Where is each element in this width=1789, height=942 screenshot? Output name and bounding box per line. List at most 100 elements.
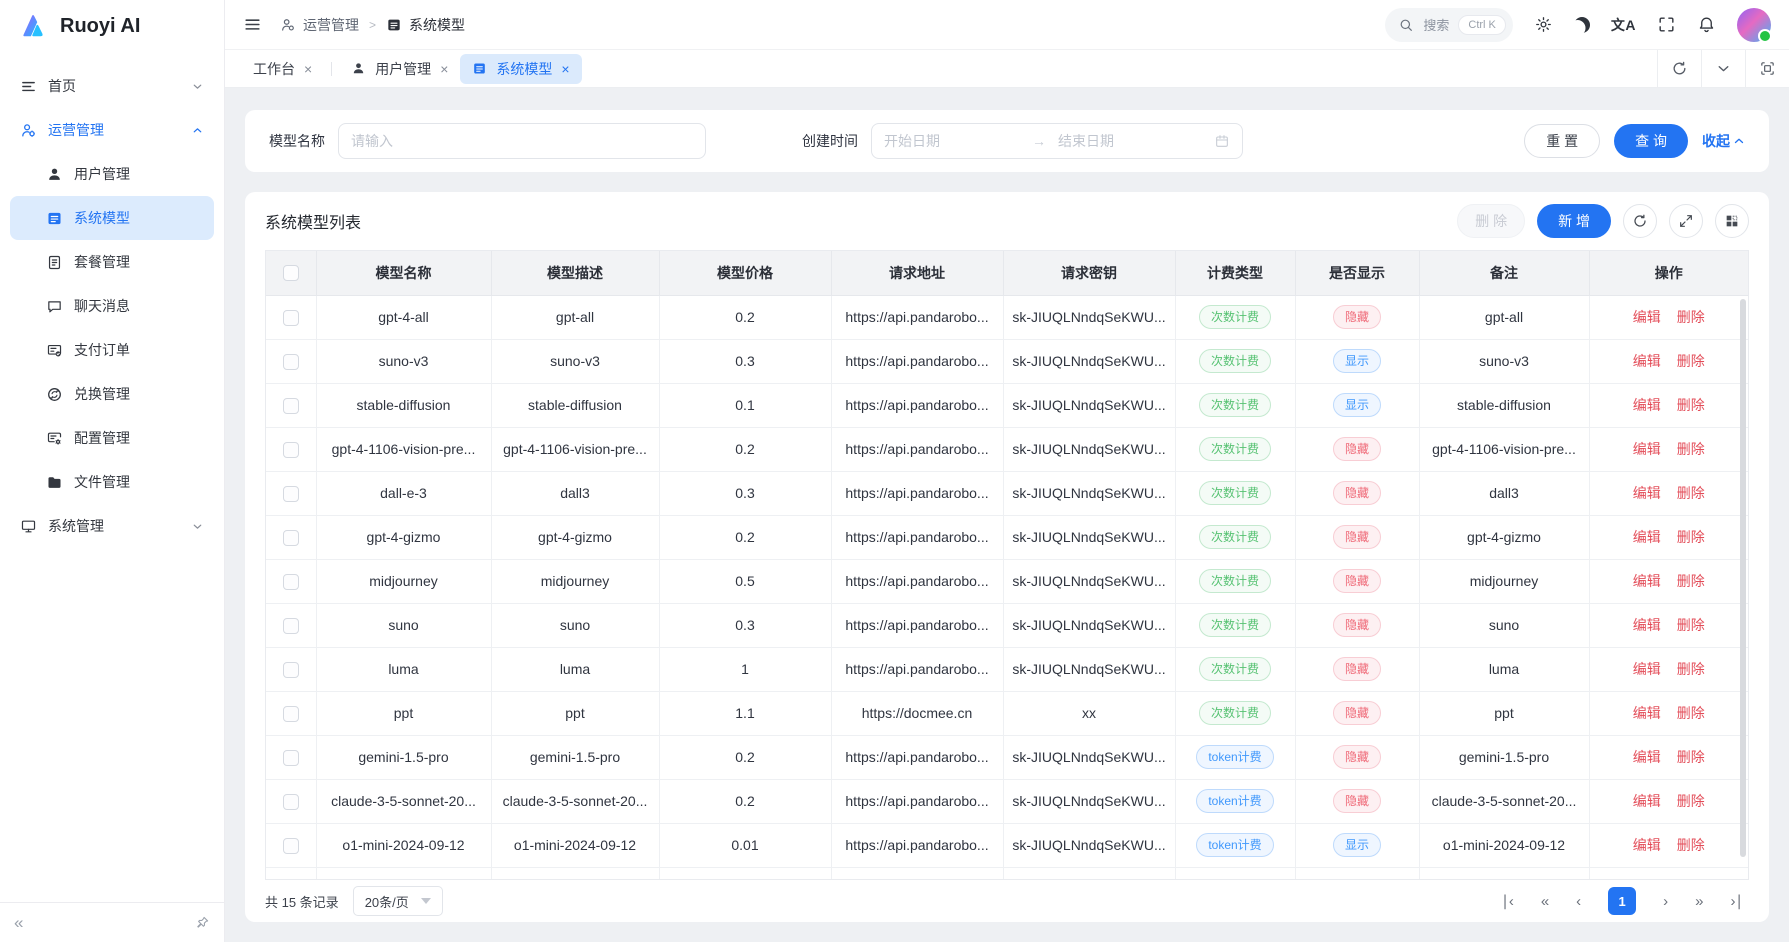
visibility-tag[interactable]: 隐藏 <box>1333 745 1381 769</box>
sidebar-item-redeem[interactable]: 兑换管理 <box>10 372 214 416</box>
row-checkbox[interactable] <box>283 574 299 590</box>
edit-link[interactable]: 编辑 <box>1633 485 1661 501</box>
prev-page-button[interactable]: ‹ <box>1576 894 1581 909</box>
visibility-tag[interactable]: 隐藏 <box>1333 701 1381 725</box>
edit-link[interactable]: 编辑 <box>1633 705 1661 721</box>
edit-link[interactable]: 编辑 <box>1633 309 1661 325</box>
sidebar-collapse-button[interactable]: « <box>14 914 23 931</box>
edit-link[interactable]: 编辑 <box>1633 573 1661 589</box>
sidebar-item-users[interactable]: 用户管理 <box>10 152 214 196</box>
pin-icon[interactable] <box>195 915 210 930</box>
row-checkbox[interactable] <box>283 354 299 370</box>
delete-button[interactable]: 删 除 <box>1457 204 1525 238</box>
visibility-tag[interactable]: 显示 <box>1333 393 1381 417</box>
edit-link[interactable]: 编辑 <box>1633 397 1661 413</box>
model-name-input[interactable] <box>338 123 706 159</box>
tab-user-management[interactable]: 用户管理 × <box>339 54 460 84</box>
sidebar-item-config[interactable]: 配置管理 <box>10 416 214 460</box>
page-size-select[interactable]: 20条/页 <box>353 886 443 916</box>
row-checkbox[interactable] <box>283 442 299 458</box>
visibility-tag[interactable]: 隐藏 <box>1333 525 1381 549</box>
delete-link[interactable]: 删除 <box>1677 485 1705 501</box>
close-icon[interactable]: × <box>304 62 312 76</box>
visibility-tag[interactable]: 隐藏 <box>1333 657 1381 681</box>
current-page-button[interactable]: 1 <box>1608 887 1636 915</box>
sidebar-item-system-models[interactable]: 系统模型 <box>10 196 214 240</box>
row-checkbox[interactable] <box>283 530 299 546</box>
delete-link[interactable]: 删除 <box>1677 617 1705 633</box>
table-scrollbar[interactable] <box>1740 299 1746 857</box>
tab-list-dropdown[interactable] <box>1701 50 1745 88</box>
sidebar-item-packages[interactable]: 套餐管理 <box>10 240 214 284</box>
edit-link[interactable]: 编辑 <box>1633 749 1661 765</box>
visibility-tag[interactable]: 隐藏 <box>1333 569 1381 593</box>
row-checkbox[interactable] <box>283 310 299 326</box>
user-avatar[interactable] <box>1737 8 1771 42</box>
tab-workbench[interactable]: 工作台 × <box>241 54 324 84</box>
row-checkbox[interactable] <box>283 838 299 854</box>
delete-link[interactable]: 删除 <box>1677 837 1705 853</box>
search-button[interactable]: 查 询 <box>1614 124 1688 158</box>
sidebar-item-files[interactable]: 文件管理 <box>10 460 214 504</box>
gear-icon[interactable] <box>1534 15 1553 34</box>
delete-link[interactable]: 删除 <box>1677 309 1705 325</box>
sidebar-item-chat-messages[interactable]: 聊天消息 <box>10 284 214 328</box>
row-checkbox[interactable] <box>283 662 299 678</box>
next-page-button[interactable]: › <box>1663 894 1668 909</box>
row-checkbox[interactable] <box>283 398 299 414</box>
fullscreen-icon[interactable] <box>1657 15 1676 34</box>
close-icon[interactable]: × <box>440 62 448 76</box>
delete-link[interactable]: 删除 <box>1677 397 1705 413</box>
visibility-tag[interactable]: 隐藏 <box>1333 305 1381 329</box>
global-search[interactable]: 搜索 Ctrl K <box>1385 8 1513 42</box>
edit-link[interactable]: 编辑 <box>1633 353 1661 369</box>
row-checkbox[interactable] <box>283 794 299 810</box>
delete-link[interactable]: 删除 <box>1677 441 1705 457</box>
dark-mode-moon-icon[interactable] <box>1574 17 1590 33</box>
delete-link[interactable]: 删除 <box>1677 573 1705 589</box>
sidebar-group-system[interactable]: 系统管理 <box>10 504 214 548</box>
tab-system-models[interactable]: 系统模型 × <box>460 54 581 84</box>
reset-button[interactable]: 重 置 <box>1524 124 1600 158</box>
sidebar-group-operations[interactable]: 运营管理 <box>10 108 214 152</box>
delete-link[interactable]: 删除 <box>1677 705 1705 721</box>
expand-table-button[interactable] <box>1669 204 1703 238</box>
sidebar-item-payment-orders[interactable]: 支付订单 <box>10 328 214 372</box>
edit-link[interactable]: 编辑 <box>1633 837 1661 853</box>
bell-icon[interactable] <box>1697 15 1716 34</box>
delete-link[interactable]: 删除 <box>1677 793 1705 809</box>
edit-link[interactable]: 编辑 <box>1633 793 1661 809</box>
jump-forward-button[interactable]: » <box>1695 894 1703 909</box>
breadcrumb-item-operations[interactable]: 运营管理 <box>280 15 359 35</box>
edit-link[interactable]: 编辑 <box>1633 441 1661 457</box>
delete-link[interactable]: 删除 <box>1677 529 1705 545</box>
refresh-tab-button[interactable] <box>1657 50 1701 88</box>
add-button[interactable]: 新 增 <box>1537 204 1611 238</box>
visibility-tag[interactable]: 显示 <box>1333 349 1381 373</box>
delete-link[interactable]: 删除 <box>1677 661 1705 677</box>
jump-back-button[interactable]: « <box>1541 894 1549 909</box>
close-icon[interactable]: × <box>561 62 569 76</box>
refresh-table-button[interactable] <box>1623 204 1657 238</box>
row-checkbox[interactable] <box>283 486 299 502</box>
breadcrumb-item-system-models[interactable]: 系统模型 <box>386 15 465 35</box>
hamburger-icon[interactable] <box>243 15 262 34</box>
delete-link[interactable]: 删除 <box>1677 353 1705 369</box>
sidebar-item-home[interactable]: 首页 <box>10 64 214 108</box>
row-checkbox[interactable] <box>283 618 299 634</box>
last-page-button[interactable]: ›∣ <box>1731 894 1744 909</box>
first-page-button[interactable]: ∣‹ <box>1501 894 1514 909</box>
column-settings-button[interactable] <box>1715 204 1749 238</box>
translate-icon[interactable]: 文A <box>1611 15 1636 35</box>
visibility-tag[interactable]: 显示 <box>1333 833 1381 857</box>
row-checkbox[interactable] <box>283 706 299 722</box>
select-all-checkbox[interactable] <box>283 265 299 281</box>
logo[interactable]: Ruoyi AI <box>0 0 224 52</box>
collapse-filter-link[interactable]: 收起 <box>1702 131 1745 151</box>
visibility-tag[interactable]: 隐藏 <box>1333 481 1381 505</box>
row-checkbox[interactable] <box>283 750 299 766</box>
visibility-tag[interactable]: 隐藏 <box>1333 789 1381 813</box>
delete-link[interactable]: 删除 <box>1677 749 1705 765</box>
edit-link[interactable]: 编辑 <box>1633 661 1661 677</box>
date-range-input[interactable]: 开始日期 → 结束日期 <box>871 123 1243 159</box>
